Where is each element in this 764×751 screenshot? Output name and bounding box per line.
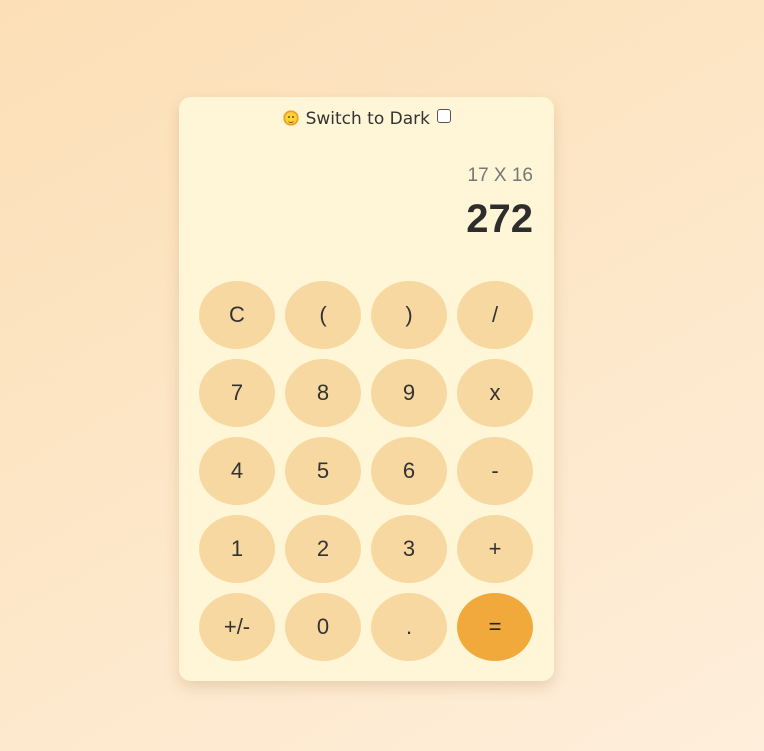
theme-toggle-row: Switch to Dark (179, 107, 554, 131)
digit-6-button[interactable]: 6 (371, 437, 447, 505)
add-button[interactable]: + (457, 515, 533, 583)
theme-toggle-label: Switch to Dark (305, 109, 430, 129)
theme-toggle-checkbox[interactable] (437, 109, 452, 123)
close-paren-button[interactable]: ) (371, 281, 447, 349)
digit-4-button[interactable]: 4 (199, 437, 275, 505)
subtract-button[interactable]: - (457, 437, 533, 505)
divide-button[interactable]: / (457, 281, 533, 349)
digit-8-button[interactable]: 8 (285, 359, 361, 427)
sun-face-icon (281, 109, 300, 127)
negate-button[interactable]: +/- (199, 593, 275, 661)
result-display: 272 (466, 197, 533, 241)
digit-0-button[interactable]: 0 (285, 593, 361, 661)
keypad: C ( ) / 7 8 9 x 4 5 6 - 1 2 3 + +/- 0 . … (199, 281, 534, 661)
multiply-button[interactable]: x (457, 359, 533, 427)
digit-1-button[interactable]: 1 (199, 515, 275, 583)
digit-3-button[interactable]: 3 (371, 515, 447, 583)
digit-7-button[interactable]: 7 (199, 359, 275, 427)
open-paren-button[interactable]: ( (285, 281, 361, 349)
digit-9-button[interactable]: 9 (371, 359, 447, 427)
expression-display: 17 X 16 (467, 165, 534, 186)
decimal-button[interactable]: . (371, 593, 447, 661)
clear-button[interactable]: C (199, 281, 275, 349)
digit-2-button[interactable]: 2 (285, 515, 361, 583)
digit-5-button[interactable]: 5 (285, 437, 361, 505)
calculator-display: 17 X 16 272 (466, 163, 533, 241)
equals-button[interactable]: = (457, 593, 533, 661)
calculator-panel: Switch to Dark 17 X 16 272 C ( ) / 7 8 9… (179, 97, 554, 681)
